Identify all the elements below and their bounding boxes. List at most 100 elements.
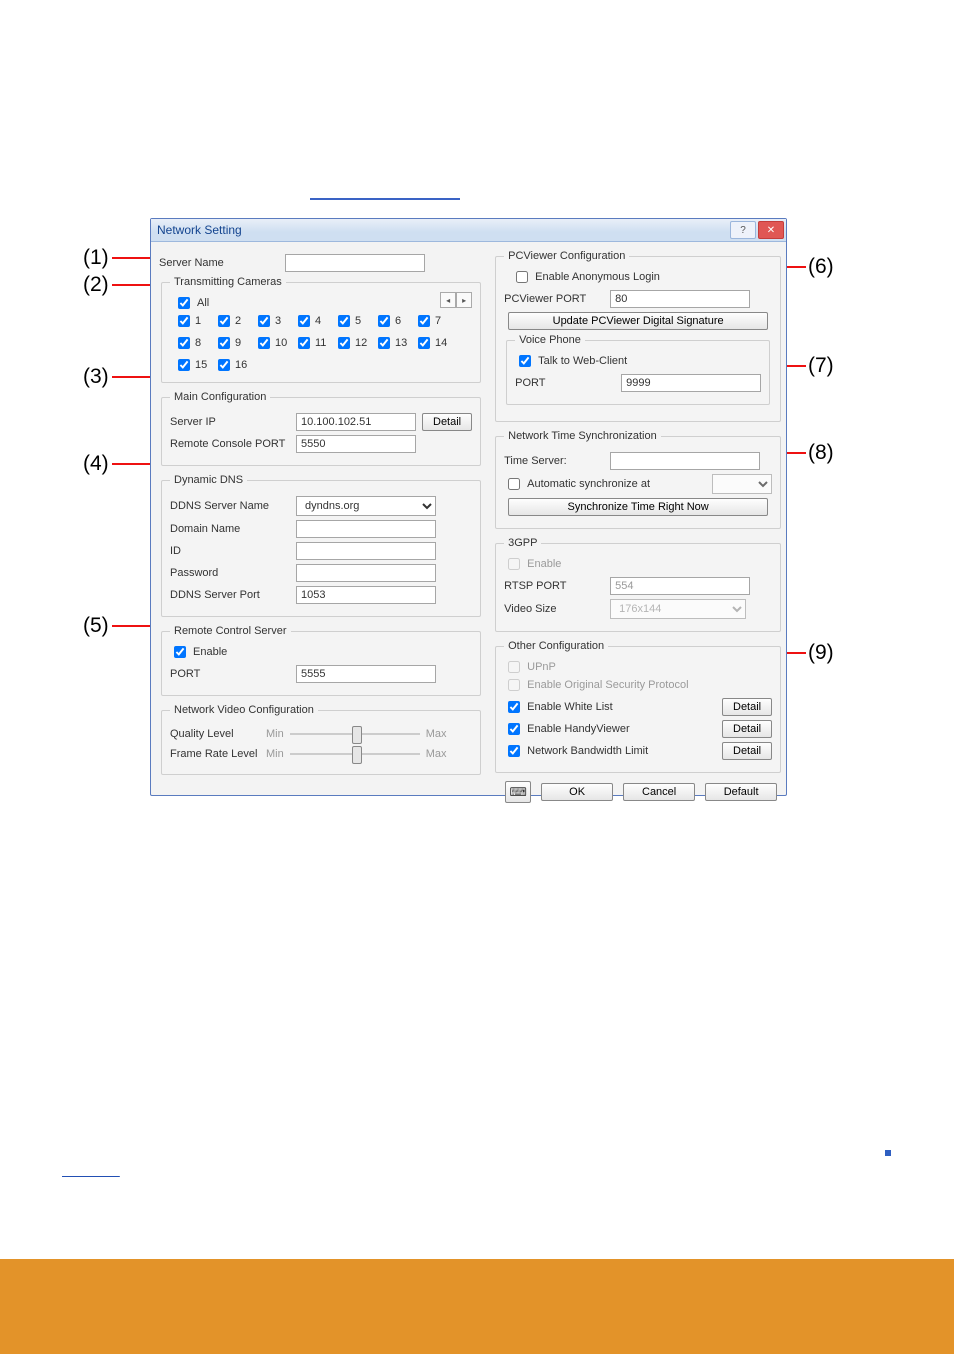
server-ip-input[interactable] <box>296 413 416 431</box>
time-server-input[interactable] <box>610 452 760 470</box>
cancel-button[interactable]: Cancel <box>623 783 695 801</box>
handyviewer-checkbox[interactable] <box>508 723 520 735</box>
camera-checkbox-11[interactable]: 11 <box>294 334 326 352</box>
talk-to-webclient-checkbox[interactable] <box>519 355 531 367</box>
quality-level-slider[interactable] <box>290 726 420 742</box>
auto-sync-label: Automatic synchronize at <box>527 478 650 490</box>
camera-10-checkbox[interactable] <box>258 337 270 349</box>
camera-15-checkbox[interactable] <box>178 359 190 371</box>
auto-sync-checkbox[interactable] <box>508 478 520 490</box>
camera-7-label: 7 <box>435 315 441 327</box>
camera-16-checkbox[interactable] <box>218 359 230 371</box>
callout-5: (5) <box>83 614 109 638</box>
handyviewer-detail-button[interactable]: Detail <box>722 720 772 738</box>
white-list-detail-button[interactable]: Detail <box>722 698 772 716</box>
remote-port-input[interactable] <box>296 665 436 683</box>
camera-12-checkbox[interactable] <box>338 337 350 349</box>
cameras-all-checkbox[interactable] <box>178 297 190 309</box>
ddns-domain-name-input[interactable] <box>296 520 436 538</box>
keyboard-icon[interactable]: ⌨ <box>505 781 531 803</box>
ddns-server-name-select[interactable]: dyndns.org <box>296 496 436 516</box>
camera-checkbox-1[interactable]: 1 <box>174 312 206 330</box>
transmitting-legend: Transmitting Cameras <box>170 276 286 288</box>
camera-2-label: 2 <box>235 315 241 327</box>
frame-min-label: Min <box>266 748 284 760</box>
camera-4-checkbox[interactable] <box>298 315 310 327</box>
camera-checkbox-9[interactable]: 9 <box>214 334 246 352</box>
camera-checkbox-5[interactable]: 5 <box>334 312 366 330</box>
default-button[interactable]: Default <box>705 783 777 801</box>
rtsp-port-input <box>610 577 750 595</box>
camera-6-checkbox[interactable] <box>378 315 390 327</box>
bandwidth-limit-checkbox[interactable] <box>508 745 520 757</box>
network-video-legend: Network Video Configuration <box>170 704 318 716</box>
camera-15-label: 15 <box>195 359 207 371</box>
upnp-checkbox <box>508 661 520 673</box>
camera-checkbox-4[interactable]: 4 <box>294 312 326 330</box>
camera-checkbox-2[interactable]: 2 <box>214 312 246 330</box>
camera-page-right[interactable]: ▸ <box>456 292 472 308</box>
close-button[interactable]: ✕ <box>758 221 784 239</box>
camera-8-label: 8 <box>195 337 201 349</box>
pcviewer-port-input[interactable] <box>610 290 750 308</box>
server-name-input[interactable] <box>285 254 425 272</box>
camera-1-checkbox[interactable] <box>178 315 190 327</box>
camera-checkbox-15[interactable]: 15 <box>174 356 206 374</box>
video-size-select: 176x144 <box>610 599 746 619</box>
camera-checkbox-14[interactable]: 14 <box>414 334 446 352</box>
frame-rate-label: Frame Rate Level <box>170 748 260 760</box>
frame-rate-slider[interactable] <box>290 746 420 762</box>
main-configuration-legend: Main Configuration <box>170 391 270 403</box>
camera-5-checkbox[interactable] <box>338 315 350 327</box>
remote-console-port-label: Remote Console PORT <box>170 438 290 450</box>
camera-8-checkbox[interactable] <box>178 337 190 349</box>
callout-1: (1) <box>83 246 109 270</box>
camera-checkbox-6[interactable]: 6 <box>374 312 406 330</box>
remote-console-port-input[interactable] <box>296 435 416 453</box>
other-configuration-group: Other Configuration UPnP Enable Original… <box>495 640 781 773</box>
remote-enable-checkbox[interactable] <box>174 646 186 658</box>
camera-checkbox-13[interactable]: 13 <box>374 334 406 352</box>
camera-2-checkbox[interactable] <box>218 315 230 327</box>
upnp-label: UPnP <box>527 661 556 673</box>
camera-11-checkbox[interactable] <box>298 337 310 349</box>
camera-14-checkbox[interactable] <box>418 337 430 349</box>
remote-enable-label: Enable <box>193 646 227 658</box>
ddns-server-name-label: DDNS Server Name <box>170 500 290 512</box>
ok-button[interactable]: OK <box>541 783 613 801</box>
bandwidth-limit-detail-button[interactable]: Detail <box>722 742 772 760</box>
help-button[interactable]: ? <box>730 221 756 239</box>
3gpp-enable-checkbox <box>508 558 520 570</box>
quality-min-label: Min <box>266 728 284 740</box>
server-ip-label: Server IP <box>170 416 290 428</box>
camera-checkbox-3[interactable]: 3 <box>254 312 286 330</box>
callout-3: (3) <box>83 365 109 389</box>
camera-checkbox-7[interactable]: 7 <box>414 312 446 330</box>
camera-9-checkbox[interactable] <box>218 337 230 349</box>
camera-page-left[interactable]: ◂ <box>440 292 456 308</box>
white-list-checkbox[interactable] <box>508 701 520 713</box>
camera-3-checkbox[interactable] <box>258 315 270 327</box>
original-security-checkbox <box>508 679 520 691</box>
update-signature-button[interactable]: Update PCViewer Digital Signature <box>508 312 768 330</box>
auto-sync-time-select <box>712 474 772 494</box>
camera-checkbox-8[interactable]: 8 <box>174 334 206 352</box>
camera-checkbox-10[interactable]: 10 <box>254 334 286 352</box>
anonymous-login-checkbox[interactable] <box>516 271 528 283</box>
camera-7-checkbox[interactable] <box>418 315 430 327</box>
white-list-label: Enable White List <box>527 701 613 713</box>
sync-now-button[interactable]: Synchronize Time Right Now <box>508 498 768 516</box>
ddns-id-input[interactable] <box>296 542 436 560</box>
callout-9: (9) <box>808 641 834 665</box>
quality-max-label: Max <box>426 728 447 740</box>
ddns-password-input[interactable] <box>296 564 436 582</box>
camera-13-checkbox[interactable] <box>378 337 390 349</box>
camera-13-label: 13 <box>395 337 407 349</box>
ddns-id-label: ID <box>170 545 290 557</box>
server-ip-detail-button[interactable]: Detail <box>422 413 472 431</box>
voicephone-port-input[interactable] <box>621 374 761 392</box>
camera-checkbox-16[interactable]: 16 <box>214 356 246 374</box>
frame-max-label: Max <box>426 748 447 760</box>
pcviewer-configuration-group: PCViewer Configuration Enable Anonymous … <box>495 250 781 422</box>
camera-checkbox-12[interactable]: 12 <box>334 334 366 352</box>
